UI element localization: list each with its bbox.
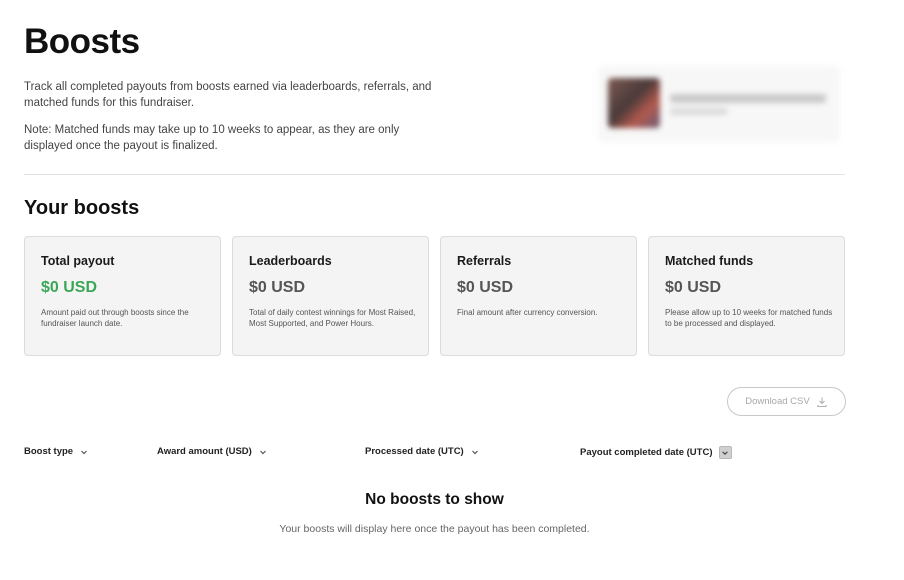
download-icon — [817, 397, 827, 407]
card-leaderboards: Leaderboards $0 USD Total of daily conte… — [232, 236, 429, 356]
sort-toggle[interactable] — [718, 446, 732, 459]
section-title: Your boosts — [24, 197, 140, 219]
empty-state-title: No boosts to show — [365, 491, 504, 508]
download-csv-label: Download CSV — [745, 396, 810, 407]
note-text: Note: Matched funds may take up to 10 we… — [24, 124, 400, 152]
empty-state-description: Your boosts will display here once the p… — [279, 523, 590, 535]
column-label: Award amount (USD) — [157, 446, 252, 457]
fundraiser-thumbnail — [608, 78, 660, 128]
column-label: Payout completed date (UTC) — [580, 447, 713, 458]
card-total-payout: Total payout $0 USD Amount paid out thro… — [24, 236, 221, 356]
download-csv-button[interactable]: Download CSV — [727, 387, 846, 416]
fundraiser-subtitle-placeholder — [670, 108, 728, 115]
card-value: $0 USD — [41, 279, 98, 296]
card-value: $0 USD — [249, 279, 306, 296]
card-referrals: Referrals $0 USD Final amount after curr… — [440, 236, 637, 356]
page-title: Boosts — [24, 22, 140, 61]
card-matched-funds: Matched funds $0 USD Please allow up to … — [648, 236, 845, 356]
column-header-award-amount[interactable]: Award amount (USD) — [157, 446, 268, 457]
column-header-payout-completed-date[interactable]: Payout completed date (UTC) — [580, 446, 732, 459]
column-label: Boost type — [24, 446, 74, 457]
fundraiser-title-placeholder — [670, 94, 826, 103]
card-description: Please allow up to 10 weeks for matched … — [665, 308, 833, 328]
card-description: Total of daily contest winnings for Most… — [249, 308, 416, 328]
column-header-processed-date[interactable]: Processed date (UTC) — [365, 446, 480, 457]
card-title: Leaderboards — [249, 254, 332, 268]
card-title: Referrals — [457, 254, 512, 268]
chevron-down-icon — [471, 450, 478, 454]
column-header-boost-type[interactable]: Boost type — [24, 446, 89, 457]
card-description: Amount paid out through boosts since the… — [41, 308, 189, 328]
card-title: Matched funds — [665, 254, 754, 268]
header-divider — [24, 174, 845, 175]
card-value: $0 USD — [665, 279, 722, 296]
card-title: Total payout — [41, 254, 115, 268]
chevron-down-icon — [722, 450, 728, 455]
card-value: $0 USD — [457, 279, 514, 296]
card-description: Final amount after currency conversion. — [457, 308, 598, 317]
column-label: Processed date (UTC) — [365, 446, 464, 457]
chevron-down-icon — [81, 450, 88, 454]
intro-text: Track all completed payouts from boosts … — [24, 81, 432, 109]
chevron-down-icon — [259, 450, 266, 454]
fundraiser-preview — [598, 66, 840, 142]
